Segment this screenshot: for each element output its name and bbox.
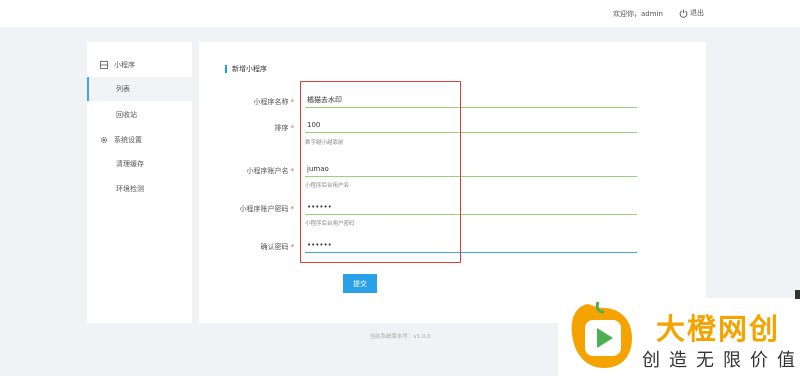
sidebar-item-label: 列表 [116, 85, 130, 93]
submit-button[interactable]: 提交 [343, 274, 377, 293]
password-hint: 小程序后台用户密码 [305, 221, 355, 227]
sort-input[interactable]: 100 [305, 117, 637, 133]
sidebar: 小程序 列表 回收站 系统设置 清理缓存 环境检测 [87, 42, 192, 323]
sidebar-group-label: 小程序 [114, 61, 135, 69]
logout-label: 退出 [690, 9, 704, 17]
field-label-password: 小程序账户密码 * [239, 205, 295, 213]
sidebar-item-env-check[interactable]: 环境检测 [87, 177, 192, 201]
confirm-password-input[interactable]: •••••• [305, 237, 637, 253]
logout-button[interactable]: 退出 [679, 8, 704, 18]
sidebar-item-label: 环境检测 [116, 185, 144, 193]
power-icon [679, 9, 688, 18]
brand-logo-icon [571, 301, 632, 368]
account-hint: 小程序后台用户名 [305, 183, 350, 189]
brand-title: 大橙网创 [656, 312, 781, 346]
gear-icon [101, 137, 107, 143]
brand-subtitle: 创造无限价值 [642, 350, 800, 371]
field-label-name: 小程序名称 * [253, 98, 295, 106]
account-name-input[interactable]: jumao [305, 161, 637, 177]
title-accent-bar [225, 65, 227, 73]
sidebar-item-label: 清理缓存 [116, 160, 144, 168]
top-bar: 欢迎你，admin 退出 [0, 0, 800, 27]
sidebar-item-recycle-bin[interactable]: 回收站 [87, 103, 192, 127]
welcome-text: 欢迎你，admin [613, 10, 663, 18]
list-box-icon [100, 61, 108, 69]
form-title-text: 新增小程序 [232, 65, 267, 73]
sort-hint: 数字越小越靠前 [305, 140, 344, 146]
field-label-confirm-password: 确认密码 * [260, 243, 295, 251]
sidebar-group-settings[interactable]: 系统设置 [87, 130, 192, 150]
sidebar-item-label: 回收站 [116, 111, 137, 119]
password-input[interactable]: •••••• [305, 199, 637, 215]
miniprogram-name-input[interactable]: 橘猫去水印 [305, 92, 637, 108]
field-label-sort: 排序 * [274, 124, 295, 132]
field-label-account: 小程序账户名 * [246, 167, 295, 175]
brand-watermark: 大橙网创 创造无限价值 [558, 298, 800, 376]
form-title: 新增小程序 [225, 64, 267, 74]
main-panel: 新增小程序 小程序名称 * 橘猫去水印 排序 * 100 数字越小越靠前 小程序账户… [199, 42, 706, 323]
sidebar-group-label: 系统设置 [114, 136, 142, 144]
sidebar-item-list[interactable]: 列表 [87, 77, 192, 101]
sidebar-group-miniprogram[interactable]: 小程序 [87, 55, 192, 75]
sidebar-item-clear-cache[interactable]: 清理缓存 [87, 152, 192, 176]
edge-marker [795, 290, 800, 299]
